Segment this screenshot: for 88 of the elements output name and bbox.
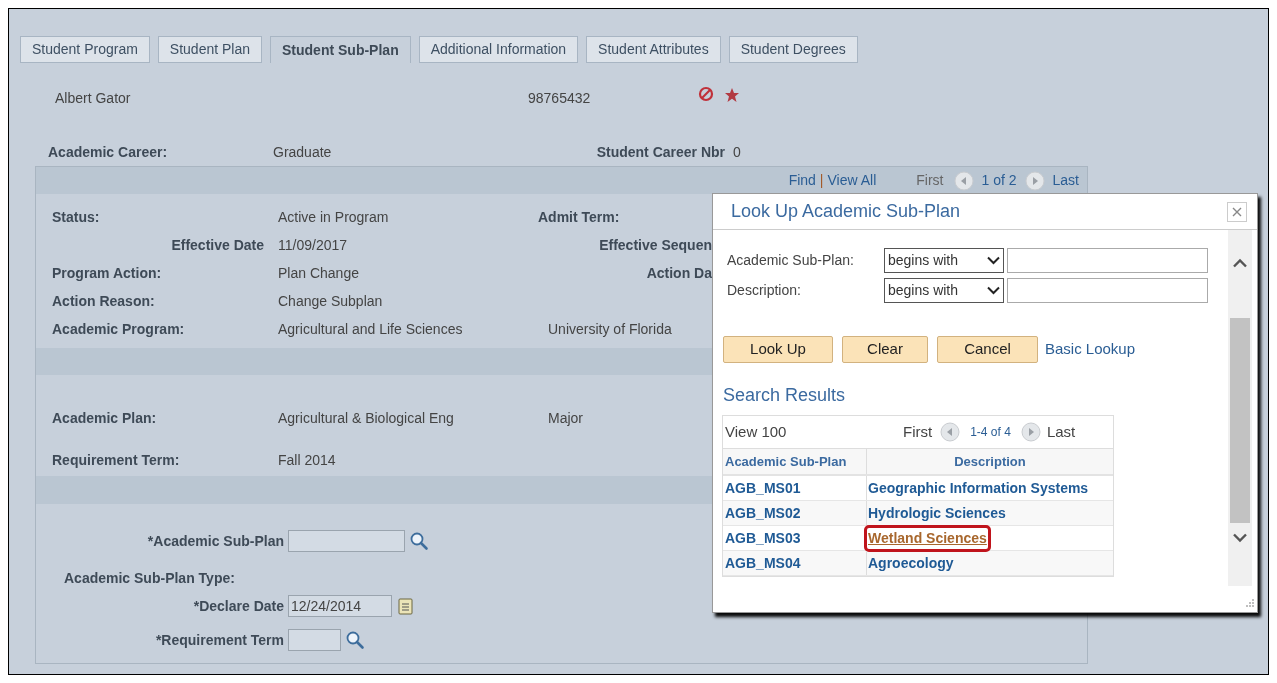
previous-icon[interactable] xyxy=(953,170,974,191)
separator: | xyxy=(819,171,824,190)
operator-dropdown[interactable]: begins with xyxy=(884,248,1004,273)
tab[interactable]: Student Degrees xyxy=(728,36,858,63)
field-label: Action Da xyxy=(646,263,712,283)
calendar-icon[interactable] xyxy=(398,597,414,615)
field-value: 11/09/2017 xyxy=(278,237,348,253)
tab[interactable]: Additional Information xyxy=(418,36,579,63)
student-id: 98765432 xyxy=(528,88,592,108)
field-value: 0 xyxy=(733,142,741,162)
field-label: Academic Sub-Plan: xyxy=(727,251,855,270)
tab[interactable]: Student Program xyxy=(20,36,150,63)
next-icon[interactable] xyxy=(1020,422,1041,442)
resize-grip-icon[interactable] xyxy=(1245,598,1255,608)
sub-plan-code-link[interactable]: AGB_MS03 xyxy=(723,526,867,550)
field-label: Effective Date xyxy=(171,235,264,255)
first-label: First xyxy=(903,421,933,442)
scrollbar-thumb[interactable] xyxy=(1230,318,1250,523)
field-value: Graduate xyxy=(273,142,333,162)
description-link[interactable]: Agroecology xyxy=(868,552,954,574)
dialog-button[interactable]: Cancel xyxy=(937,336,1038,363)
dialog-title: Look Up Academic Sub-Plan xyxy=(731,200,961,223)
field-value: Change Subplan xyxy=(278,293,383,309)
close-button[interactable] xyxy=(1227,201,1247,222)
tab[interactable]: Student Attributes xyxy=(586,36,721,63)
basic-lookup-link[interactable]: Basic Lookup xyxy=(1045,338,1136,361)
search-input-field[interactable] xyxy=(1007,248,1208,273)
field-label: Student Career Nbr xyxy=(595,142,725,162)
field-label: Academic Plan: xyxy=(52,410,157,426)
search-icon[interactable] xyxy=(409,531,429,551)
view-100-link[interactable]: View 100 xyxy=(725,420,903,444)
scroll-down-icon[interactable] xyxy=(1232,533,1248,543)
last-link[interactable]: Last xyxy=(1052,170,1079,191)
declare-date-field[interactable]: 12/24/2014 xyxy=(288,595,392,617)
field-value: Plan Change xyxy=(278,265,359,281)
field-value: Fall 2014 xyxy=(278,452,336,468)
field-value: Major xyxy=(548,410,583,426)
tab[interactable]: Student Sub-Plan xyxy=(270,36,411,63)
field-value: Agricultural and Life Sciences xyxy=(278,321,463,337)
field-label: Requirement Term: xyxy=(52,452,180,468)
sub-plan-code-link[interactable]: AGB_MS02 xyxy=(723,501,867,525)
previous-icon[interactable] xyxy=(940,422,961,442)
find-link[interactable]: Find xyxy=(788,170,816,191)
search-input-field[interactable] xyxy=(1007,278,1208,303)
dialog-button[interactable]: Clear xyxy=(842,336,928,363)
sub-plan-code-link[interactable]: AGB_MS04 xyxy=(723,551,867,575)
prohibited-icon xyxy=(698,86,714,102)
page-counter: 1 of 2 xyxy=(981,171,1017,190)
tab[interactable]: Student Plan xyxy=(157,36,262,63)
description-link[interactable]: Geographic Information Systems xyxy=(868,477,1089,499)
sub-plan-field[interactable] xyxy=(288,530,405,552)
description-link[interactable]: Wetland Sciences xyxy=(864,524,991,552)
search-icon[interactable] xyxy=(345,630,365,650)
field-label: Effective Sequen xyxy=(599,235,712,255)
field-label: *Requirement Term xyxy=(155,630,284,650)
view-all-link[interactable]: View All xyxy=(827,170,877,191)
student-name: Albert Gator xyxy=(55,88,132,108)
operator-dropdown[interactable]: begins with xyxy=(884,278,1004,303)
chevron-down-icon xyxy=(987,256,1000,265)
last-label: Last xyxy=(1046,421,1076,442)
field-label: Action Reason: xyxy=(52,293,155,309)
scroll-up-icon[interactable] xyxy=(1232,258,1248,268)
close-icon xyxy=(1232,206,1242,217)
field-label: *Academic Sub-Plan xyxy=(147,531,284,551)
field-label: Program Action: xyxy=(52,265,162,281)
results-heading: Search Results xyxy=(723,384,847,407)
field-label: Academic Career: xyxy=(48,142,169,162)
star-icon xyxy=(724,87,740,103)
dialog-button[interactable]: Look Up xyxy=(723,336,833,363)
column-header: Academic Sub-Plan xyxy=(723,449,867,474)
field-value: University of Florida xyxy=(548,321,672,337)
field-label: *Declare Date xyxy=(193,596,284,616)
sub-plan-code-link[interactable]: AGB_MS01 xyxy=(723,476,867,500)
next-icon[interactable] xyxy=(1024,170,1045,191)
field-label: Admit Term: xyxy=(538,209,620,225)
section-label: Academic Sub-Plan Type: xyxy=(64,568,235,588)
description-link[interactable]: Hydrologic Sciences xyxy=(868,502,1006,524)
field-label: Status: xyxy=(52,209,100,225)
field-value: Agricultural & Biological Eng xyxy=(278,410,454,426)
field-label: Description: xyxy=(727,281,802,300)
chevron-down-icon xyxy=(987,286,1000,295)
requirement-term-field[interactable] xyxy=(288,629,341,651)
scrollbar-track[interactable] xyxy=(1228,230,1252,586)
results-counter: 1-4 of 4 xyxy=(970,424,1011,441)
field-label: Academic Program: xyxy=(52,321,185,337)
first-label: First xyxy=(916,171,944,190)
column-header: Description xyxy=(953,452,1027,471)
field-value: Active in Program xyxy=(278,209,389,225)
